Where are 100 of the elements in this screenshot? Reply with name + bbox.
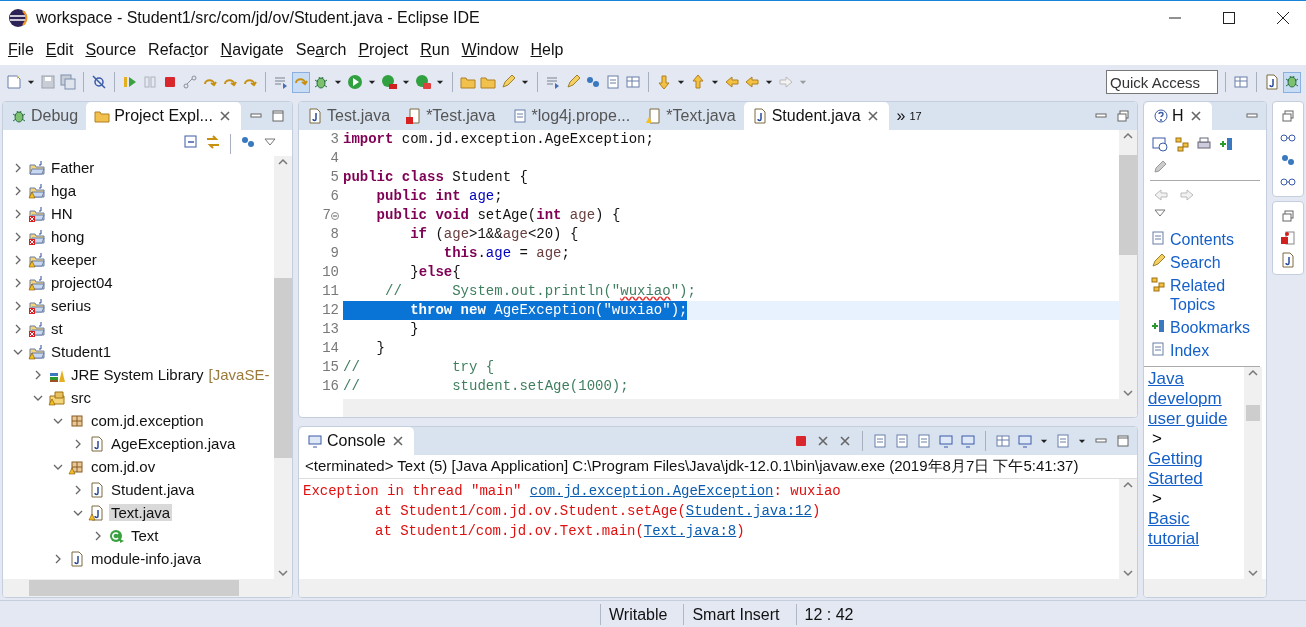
maximize-icon[interactable]	[1222, 11, 1236, 25]
help-link[interactable]: Contents	[1150, 228, 1254, 251]
view-tab[interactable]: Console	[299, 427, 414, 455]
filter-lines-icon[interactable]	[545, 74, 561, 90]
stop-icon[interactable]	[162, 74, 178, 90]
tree-item[interactable]: Text.java	[109, 504, 173, 521]
tree-item[interactable]: HN	[49, 205, 75, 222]
scrollbar[interactable]	[1119, 130, 1137, 399]
menu-item[interactable]: File	[2, 41, 40, 59]
page-icon[interactable]	[1055, 433, 1071, 449]
table-icon[interactable]	[995, 433, 1011, 449]
scrollbar-thumb[interactable]	[274, 277, 292, 458]
sync-arrows-icon[interactable]	[205, 134, 221, 150]
filter-lines-icon[interactable]	[273, 74, 289, 90]
scrollbar[interactable]	[274, 156, 292, 579]
menu-item[interactable]: Window	[455, 41, 525, 59]
menu-item[interactable]: Edit	[39, 41, 80, 59]
tree-item[interactable]: AgeException.java	[109, 435, 238, 452]
bug-icon[interactable]	[313, 74, 329, 90]
restore-icon[interactable]	[1115, 108, 1131, 124]
close-icon[interactable]	[1276, 11, 1290, 25]
stop-icon[interactable]	[793, 433, 809, 449]
two-dots-icon[interactable]	[585, 74, 601, 90]
tree-item[interactable]: serius	[49, 297, 93, 314]
printer-icon[interactable]	[1196, 136, 1212, 152]
tree-item[interactable]: st	[49, 320, 65, 337]
breadcrumb-link[interactable]: Java developm user guide	[1148, 369, 1244, 429]
restore-icon[interactable]	[1280, 108, 1296, 124]
tree-item[interactable]: project04	[49, 274, 115, 291]
save-all-icon[interactable]	[60, 74, 76, 90]
tree-item[interactable]: com.jd.ov	[89, 458, 158, 475]
help-link[interactable]: Related Topics	[1150, 274, 1254, 316]
scrollbar[interactable]	[1244, 367, 1262, 579]
editor-tab[interactable]: *Test.java	[398, 102, 504, 130]
view-tab[interactable]: Project Expl...	[86, 102, 241, 130]
horizontal-scrollbar[interactable]	[1144, 579, 1266, 597]
horizontal-scrollbar[interactable]	[299, 579, 1137, 597]
horizontal-scrollbar[interactable]	[3, 579, 292, 597]
menu-item[interactable]: Refactor	[142, 41, 215, 59]
quick-access-field[interactable]: Quick Access	[1106, 70, 1218, 94]
editor-tab[interactable]: *Text.java	[638, 102, 744, 130]
menu-item[interactable]: Project	[352, 41, 415, 59]
help-link[interactable]: Bookmarks	[1150, 316, 1254, 339]
view-tab[interactable]: H	[1144, 102, 1212, 130]
tree-item[interactable]: com.jd.exception	[89, 412, 206, 429]
tree-item[interactable]: hga	[49, 182, 79, 199]
tree-item[interactable]: keeper	[49, 251, 99, 268]
scrollbar[interactable]	[1119, 479, 1137, 579]
two-dots-icon[interactable]	[1280, 152, 1296, 168]
folder-icon[interactable]	[480, 74, 496, 90]
horizontal-scrollbar[interactable]	[343, 399, 1137, 417]
collapse-all-icon[interactable]	[183, 134, 199, 150]
table-icon[interactable]	[625, 74, 641, 90]
page-icon[interactable]	[872, 433, 888, 449]
help-link[interactable]: Index	[1150, 339, 1254, 362]
menu-item[interactable]: Search	[289, 41, 353, 59]
hierarchy-icon[interactable]	[1174, 136, 1190, 152]
scrollbar-thumb[interactable]	[1246, 405, 1260, 421]
source-link[interactable]: Text.java:8	[643, 523, 737, 539]
pen-icon[interactable]	[565, 74, 581, 90]
editor-tab[interactable]: Test.java	[299, 102, 399, 130]
tree-item[interactable]: module-info.java	[89, 550, 204, 567]
folder-icon[interactable]	[460, 74, 476, 90]
tree-item[interactable]: Student1	[49, 343, 114, 360]
editor-tab[interactable]: *log4j.prope...	[503, 102, 639, 130]
editor-tab[interactable]: Student.java	[743, 102, 889, 130]
tree-item[interactable]: Text	[129, 527, 161, 544]
scrollbar-thumb[interactable]	[1119, 154, 1137, 255]
tree-item[interactable]: hong	[49, 228, 87, 245]
page-icon[interactable]	[916, 433, 932, 449]
page-icon[interactable]	[894, 433, 910, 449]
chevron-down-icon[interactable]	[1122, 387, 1134, 399]
menu-item[interactable]: Help	[524, 41, 570, 59]
tree-item[interactable]: JRE System Library	[69, 366, 206, 383]
pencil-icon[interactable]	[1152, 158, 1168, 174]
tree-item[interactable]: Student.java	[109, 481, 197, 498]
chevron-down-icon[interactable]	[1247, 567, 1259, 579]
chevron-down-icon[interactable]	[277, 567, 289, 579]
monitor-icon[interactable]	[960, 433, 976, 449]
add-bookmark-icon[interactable]	[1218, 136, 1234, 152]
source-link[interactable]: Student.java:12	[685, 503, 812, 519]
menu-item[interactable]: Navigate	[214, 41, 290, 59]
resume-icon[interactable]	[122, 74, 138, 90]
view-tab[interactable]: Debug	[3, 102, 87, 130]
fold-icon[interactable]	[331, 211, 339, 220]
monitor-icon[interactable]	[1017, 433, 1033, 449]
breadcrumb-link[interactable]: Getting Started	[1148, 449, 1244, 489]
tree-item[interactable]: Father	[49, 159, 97, 176]
crossed-circle-icon[interactable]	[91, 74, 107, 90]
nodes-icon[interactable]	[182, 74, 198, 90]
tree-item[interactable]: src	[69, 389, 93, 406]
java-file-icon[interactable]	[1280, 252, 1296, 268]
help-window-icon[interactable]	[1152, 136, 1168, 152]
restore-icon[interactable]	[1280, 208, 1296, 224]
table-icon[interactable]	[1233, 74, 1249, 90]
menu-item[interactable]: Run	[414, 41, 456, 59]
monitor-icon[interactable]	[938, 433, 954, 449]
java-file-icon[interactable]	[1264, 74, 1280, 90]
source-link[interactable]: com.jd.exception.AgeException	[529, 483, 774, 499]
help-link[interactable]: Search	[1150, 251, 1254, 274]
